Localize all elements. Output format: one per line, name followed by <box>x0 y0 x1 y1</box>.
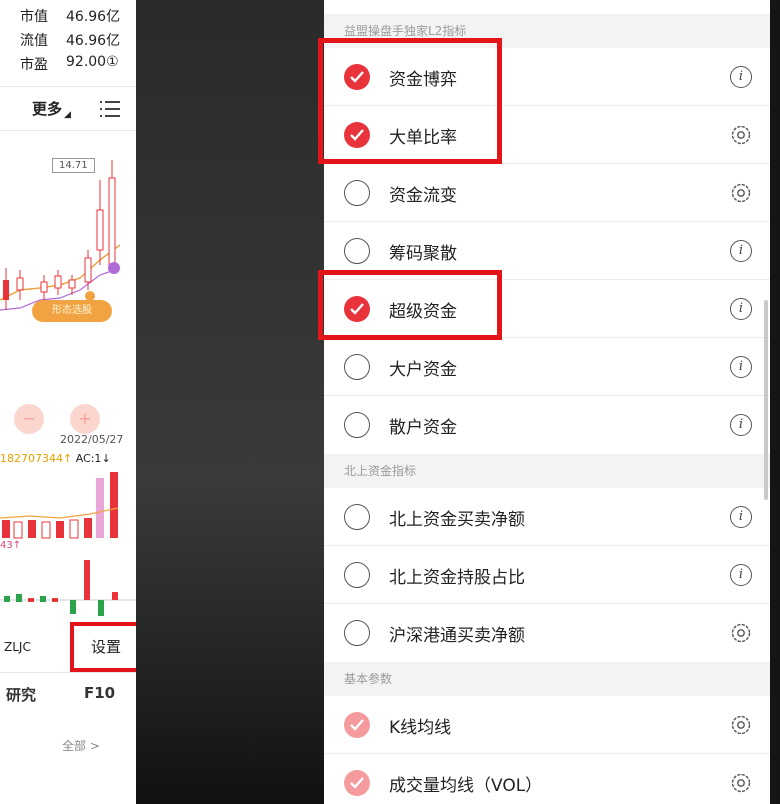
stock-chart-panel: 市值 46.96亿 流值 46.96亿 市盈 92.00① 更多 ◢ 14.71 … <box>0 0 136 804</box>
pattern-pick-badge[interactable]: 形态选股 <box>32 300 112 322</box>
checkbox-unchecked-icon[interactable] <box>344 238 370 264</box>
list-menu-icon[interactable] <box>100 100 120 118</box>
checkbox-unchecked-icon[interactable] <box>344 504 370 530</box>
stat-value: 92.00① <box>66 54 119 70</box>
stat-value: 46.96亿 <box>66 33 121 49</box>
indicator-chart <box>0 560 136 616</box>
indicator-label: 资金流变 <box>389 186 457 206</box>
gear-icon[interactable] <box>730 772 752 794</box>
ac-value: AC:1 <box>75 452 102 465</box>
indicator-readout: 43↑ <box>0 540 22 551</box>
info-icon[interactable]: i <box>730 564 752 586</box>
indicator-label: 大户资金 <box>389 360 457 380</box>
float-cap-row: 流值 46.96亿 <box>20 30 120 50</box>
pe-ratio-row: 市盈 92.00① <box>20 54 119 74</box>
indicator-row[interactable]: 资金流变 <box>324 164 770 222</box>
info-icon[interactable]: i <box>730 506 752 528</box>
indicator-label: 沪深港通买卖净额 <box>389 626 525 646</box>
section-header-northbound: 北上资金指标 <box>324 454 770 488</box>
checkbox-unchecked-icon[interactable] <box>344 562 370 588</box>
info-icon[interactable]: i <box>730 356 752 378</box>
research-tab[interactable]: 研究 <box>6 684 36 705</box>
volume-value: 182707344 <box>0 452 63 465</box>
gear-icon[interactable] <box>730 182 752 204</box>
stat-label: 流值 <box>20 33 48 49</box>
chart-date: 2022/05/27 <box>60 433 124 446</box>
indicator-label: K线均线 <box>389 718 452 738</box>
indicator-row[interactable]: 成交量均线（VOL） <box>324 754 770 804</box>
section-header-basic: 基本参数 <box>324 662 770 696</box>
checkbox-checked-icon[interactable] <box>344 712 370 738</box>
info-icon[interactable]: i <box>730 66 752 88</box>
checkbox-checked-icon[interactable] <box>344 770 370 796</box>
divider <box>0 672 136 673</box>
market-cap-row: 市值 46.96亿 <box>20 6 120 26</box>
indicator-row[interactable]: 散户资金 i <box>324 396 770 454</box>
more-label: 更多 <box>32 100 63 118</box>
divider <box>0 130 136 131</box>
indicator-label: 北上资金买卖净额 <box>389 510 525 530</box>
highlight-box <box>318 38 502 164</box>
divider <box>0 86 136 87</box>
indicator-row[interactable]: K线均线 <box>324 696 770 754</box>
minus-button[interactable]: − <box>14 404 44 434</box>
indicator-label: 成交量均线（VOL） <box>389 776 543 796</box>
checkbox-unchecked-icon[interactable] <box>344 412 370 438</box>
info-icon[interactable]: i <box>730 298 752 320</box>
info-icon[interactable]: i <box>730 240 752 262</box>
settings-button[interactable]: 设置 <box>70 622 136 672</box>
volume-chart <box>0 472 119 539</box>
indicator-label: 散户资金 <box>389 418 457 438</box>
scrollbar[interactable] <box>764 300 768 500</box>
gear-icon[interactable] <box>730 714 752 736</box>
indicator-row[interactable]: 北上资金持股占比 i <box>324 546 770 604</box>
screen-edge <box>770 0 780 804</box>
info-icon[interactable]: i <box>730 414 752 436</box>
plus-button[interactable]: + <box>70 404 100 434</box>
indicator-label: 筹码聚散 <box>389 244 457 264</box>
stat-value: 46.96亿 <box>66 9 121 25</box>
checkbox-unchecked-icon[interactable] <box>344 354 370 380</box>
checkbox-unchecked-icon[interactable] <box>344 180 370 206</box>
caret-down-icon: ◢ <box>64 110 71 120</box>
stat-label: 市盈 <box>20 57 48 73</box>
high-price-tag: 14.71 <box>52 158 95 173</box>
highlight-box <box>318 270 502 340</box>
volume-readout: 182707344↑ AC:1↓ <box>0 452 111 465</box>
view-all-link[interactable]: 全部 > <box>62 737 100 754</box>
background-gap <box>136 0 324 804</box>
f10-tab[interactable]: F10 <box>84 684 115 702</box>
zljc-tab[interactable]: ZLJC <box>4 640 31 654</box>
checkbox-unchecked-icon[interactable] <box>344 620 370 646</box>
gear-icon[interactable] <box>730 622 752 644</box>
indicator-label: 北上资金持股占比 <box>389 568 525 588</box>
indicator-row[interactable]: 沪深港通买卖净额 <box>324 604 770 662</box>
indicator-row[interactable]: 北上资金买卖净额 i <box>324 488 770 546</box>
indicator-row[interactable]: 大户资金 i <box>324 338 770 396</box>
more-button[interactable]: 更多 ◢ <box>32 98 71 120</box>
stat-label: 市值 <box>20 9 48 25</box>
gear-icon[interactable] <box>730 124 752 146</box>
